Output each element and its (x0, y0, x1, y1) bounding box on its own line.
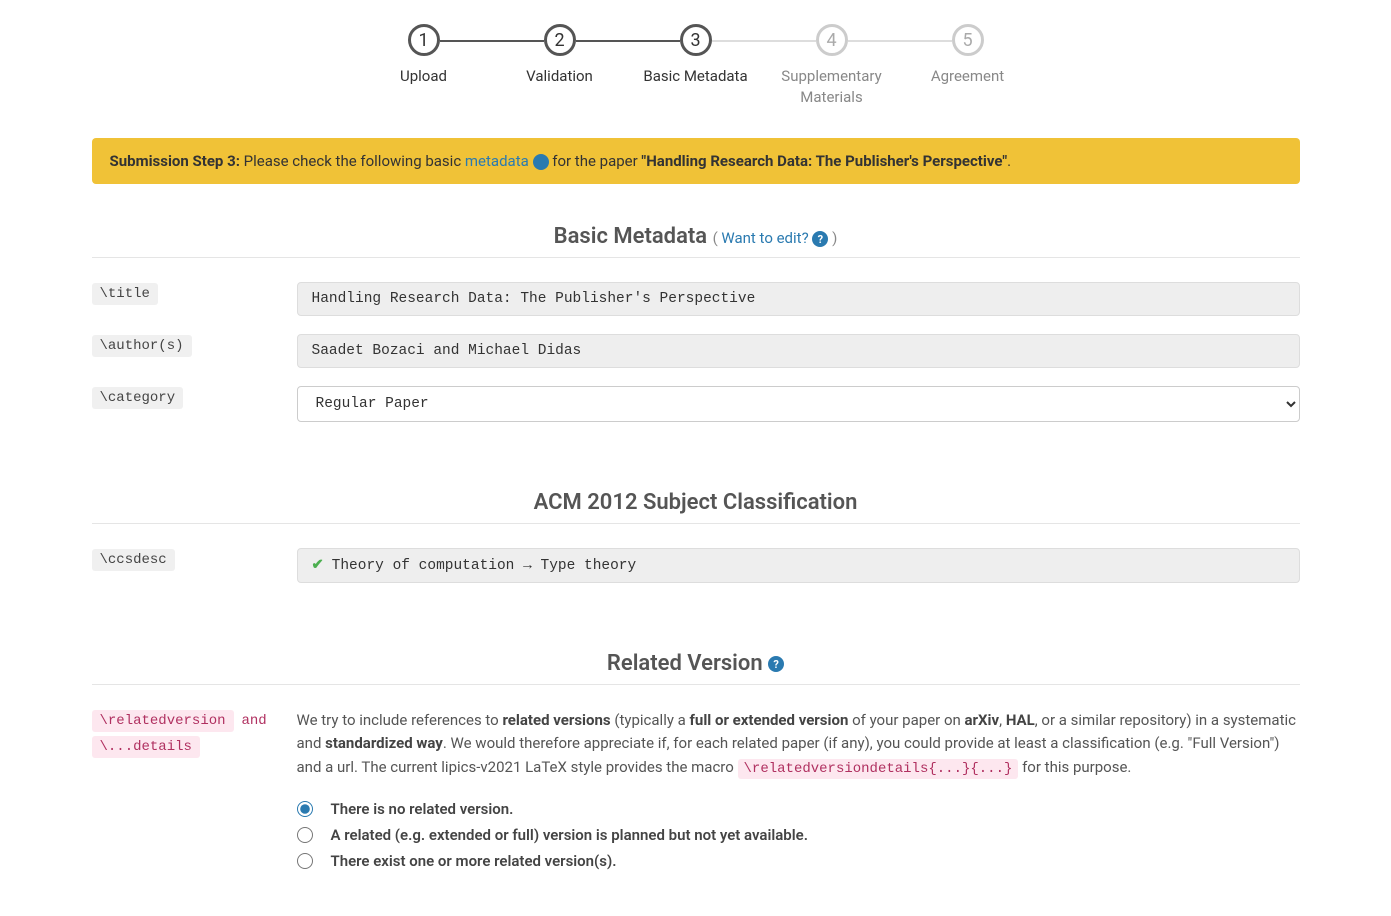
label-relatedversion: \relatedversion (92, 710, 234, 732)
step-circle: 5 (952, 24, 984, 56)
label-and: and (238, 710, 271, 732)
label-ccsdesc: \ccsdesc (92, 549, 175, 571)
related-description: We try to include references to related … (297, 709, 1300, 780)
radio-row-none: There is no related version. (297, 800, 1300, 818)
step-agreement[interactable]: 5 Agreement (900, 24, 1036, 87)
notice-suffix: . (1007, 152, 1011, 170)
row-related: \relatedversion and \...details We try t… (92, 709, 1300, 878)
step-supplementary[interactable]: 4 Supplementary Materials (764, 24, 900, 108)
section-divider (92, 257, 1300, 258)
step-label: Basic Metadata (643, 66, 747, 87)
step-label: Supplementary Materials (764, 66, 900, 108)
radio-label-exist[interactable]: There exist one or more related version(… (331, 852, 617, 870)
step-circle: 3 (680, 24, 712, 56)
label-authors: \author(s) (92, 335, 192, 357)
field-ccsdesc: ✔ Theory of computation → Type theory (297, 548, 1300, 583)
section-title-related: Related Version ? (92, 651, 1300, 676)
radio-planned[interactable] (297, 827, 313, 843)
notice-prefix: Submission Step 3: (110, 152, 240, 170)
category-select[interactable]: Regular Paper (297, 386, 1300, 422)
step-circle: 1 (408, 24, 440, 56)
field-authors: Saadet Bozaci and Michael Didas (297, 334, 1300, 368)
section-divider (92, 684, 1300, 685)
help-icon[interactable]: ? (533, 154, 549, 170)
section-heading: Related Version (607, 651, 763, 676)
step-label: Upload (400, 66, 447, 87)
section-title-basic: Basic Metadata ( Want to edit? ? ) (92, 224, 1300, 249)
edit-link-wrapper: ( Want to edit? ? ) (713, 229, 838, 247)
metadata-link[interactable]: metadata (465, 152, 529, 170)
section-divider (92, 523, 1300, 524)
notice-text: for the paper (549, 152, 642, 170)
label-category: \category (92, 387, 184, 409)
radio-row-exist: There exist one or more related version(… (297, 852, 1300, 870)
section-title-acm: ACM 2012 Subject Classification (92, 490, 1300, 515)
step-label: Validation (526, 66, 593, 87)
want-to-edit-link[interactable]: Want to edit? (721, 229, 808, 247)
radio-label-none[interactable]: There is no related version. (331, 800, 514, 818)
paper-title: "Handling Research Data: The Publisher's… (641, 152, 1007, 170)
step-circle: 2 (544, 24, 576, 56)
submission-stepper: 1 Upload 2 Validation 3 Basic Metadata 4… (356, 20, 1036, 108)
notice-text: Please check the following basic (240, 152, 465, 170)
macro-code: \relatedversiondetails{...}{...} (738, 759, 1019, 779)
check-icon: ✔ (312, 558, 324, 574)
radio-no-related[interactable] (297, 801, 313, 817)
ccsdesc-value: Theory of computation → Type theory (332, 558, 637, 574)
label-title: \title (92, 283, 158, 305)
label-related: \relatedversion and \...details (92, 709, 297, 758)
label-details: \...details (92, 736, 200, 758)
radio-row-planned: A related (e.g. extended or full) versio… (297, 826, 1300, 844)
step-circle: 4 (816, 24, 848, 56)
radio-label-planned[interactable]: A related (e.g. extended or full) versio… (331, 826, 808, 844)
row-ccsdesc: \ccsdesc ✔ Theory of computation → Type t… (92, 548, 1300, 583)
page-container: 1 Upload 2 Validation 3 Basic Metadata 4… (92, 0, 1300, 916)
row-category: \category Regular Paper (92, 386, 1300, 422)
help-icon[interactable]: ? (768, 656, 784, 672)
help-icon[interactable]: ? (812, 231, 828, 247)
section-heading: Basic Metadata (554, 224, 707, 249)
step-validation[interactable]: 2 Validation (492, 24, 628, 87)
row-title: \title Handling Research Data: The Publi… (92, 282, 1300, 316)
step-upload[interactable]: 1 Upload (356, 24, 492, 87)
field-title: Handling Research Data: The Publisher's … (297, 282, 1300, 316)
row-authors: \author(s) Saadet Bozaci and Michael Did… (92, 334, 1300, 368)
submission-notice: Submission Step 3: Please check the foll… (92, 138, 1300, 184)
radio-exist[interactable] (297, 853, 313, 869)
step-label: Agreement (931, 66, 1004, 87)
step-basic-metadata[interactable]: 3 Basic Metadata (628, 24, 764, 87)
